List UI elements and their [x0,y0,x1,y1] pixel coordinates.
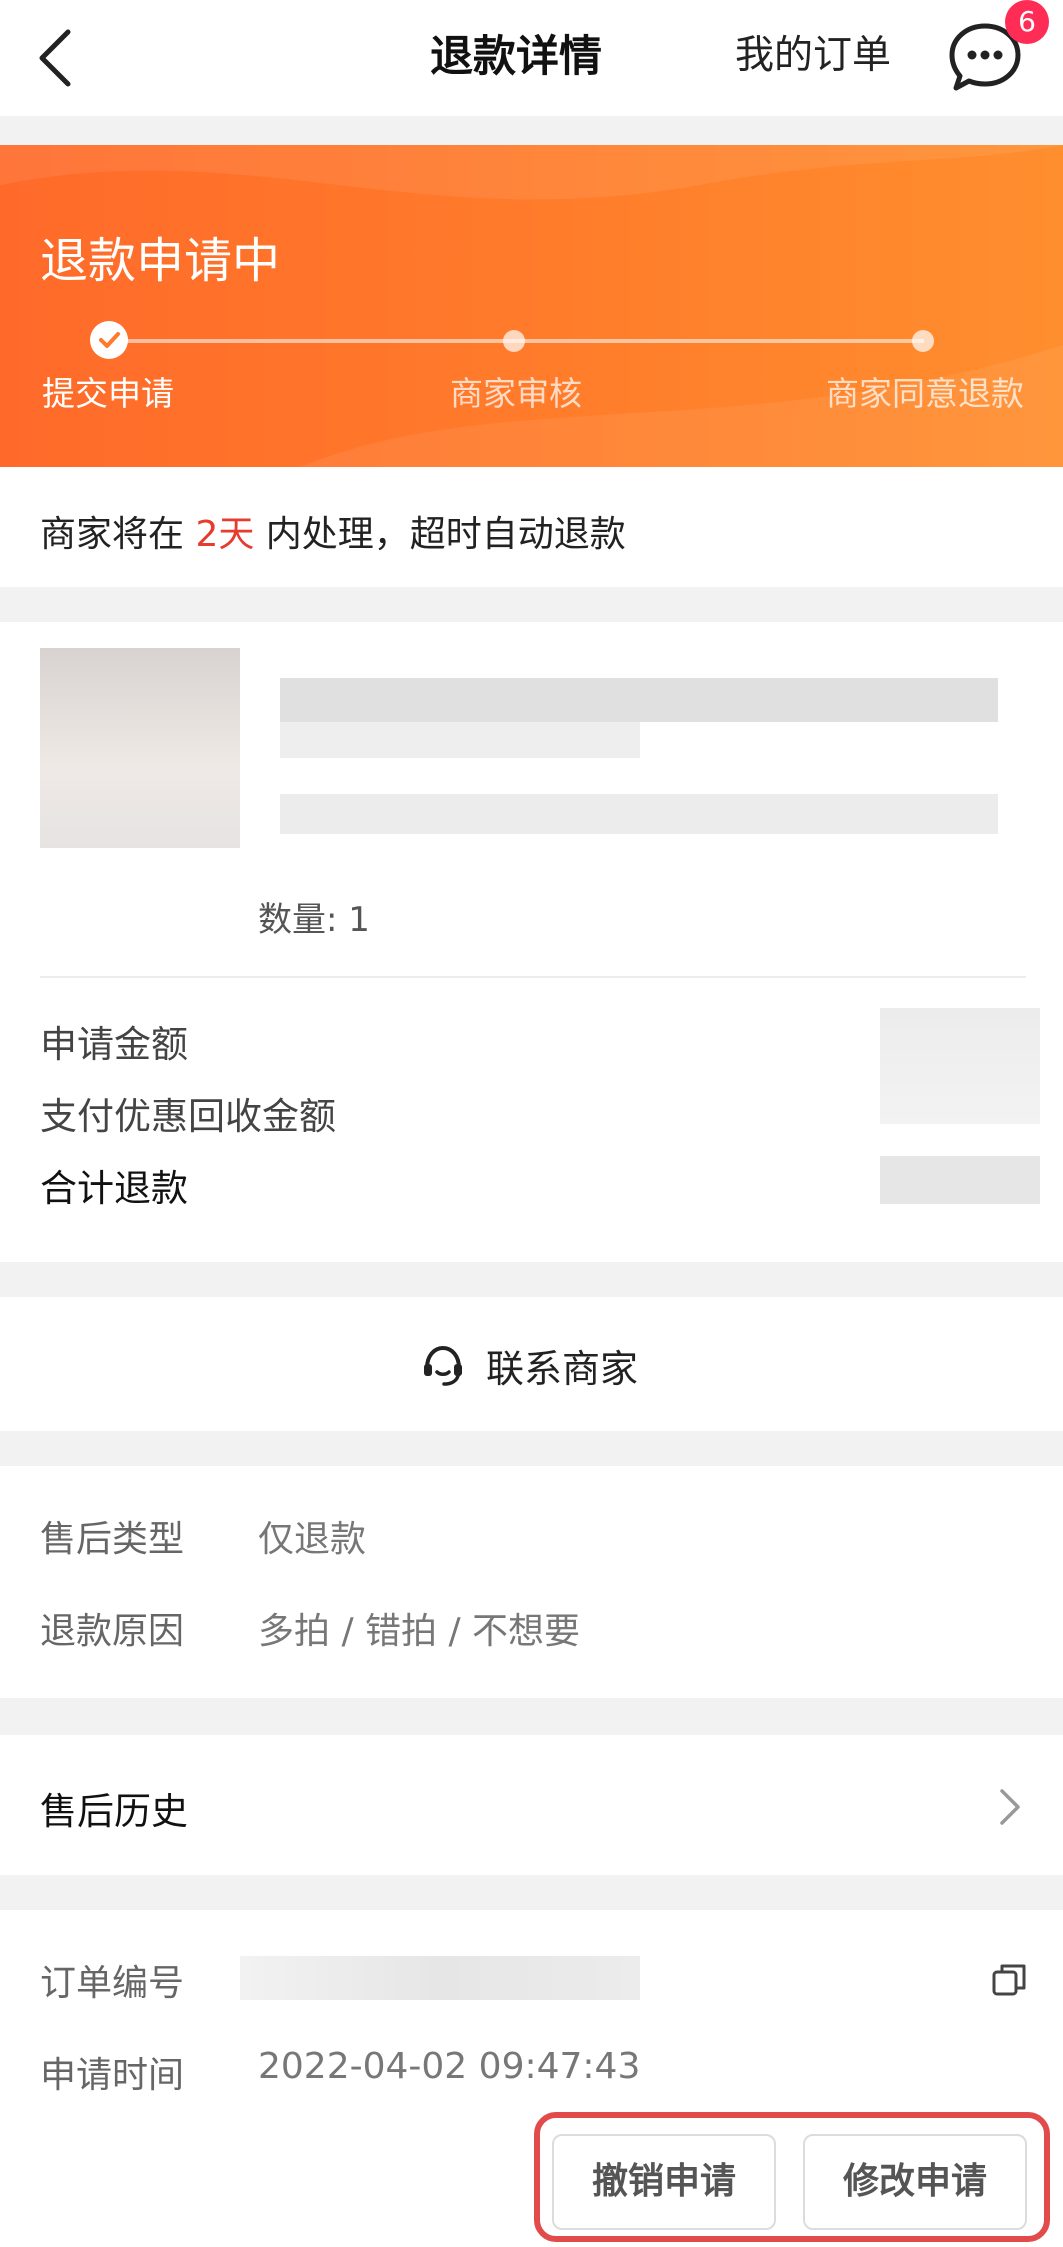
page-title: 退款详情 [430,32,602,82]
step-label-submit: 提交申请 [42,374,174,413]
copy-icon[interactable] [990,1960,1030,2000]
product-spec-line [280,794,998,834]
after-sale-info: 售后类型 仅退款 退款原因 多拍 / 错拍 / 不想要 [0,1466,1063,1698]
after-sale-type-key: 售后类型 [40,1519,185,1560]
step-label-agree: 商家同意退款 [826,374,1024,413]
step-pending-dot [912,330,934,352]
my-orders-link[interactable]: 我的订单 [735,24,891,80]
discount-recovery-label: 支付优惠回收金额 [40,1095,336,1138]
apply-amount-label: 申请金额 [40,1023,188,1066]
notice-text: 商家将在 2天 内处理，超时自动退款 [40,505,626,557]
headset-icon [424,1345,462,1386]
apply-time-key: 申请时间 [40,2055,185,2096]
notice-suffix: 内处理，超时自动退款 [254,514,626,555]
after-sale-type-value: 仅退款 [258,1519,367,1560]
after-sale-history-label: 售后历史 [40,1790,188,1833]
product-title-line [280,678,998,722]
amount-values-blurred [880,1008,1040,1124]
top-navigation-bar: 退款详情 我的订单 6 [0,0,1063,116]
total-value-blurred [880,1156,1040,1204]
modify-application-button[interactable]: 修改申请 [803,2134,1027,2230]
back-arrow-icon[interactable] [28,18,88,98]
product-title-line [280,722,640,758]
contact-merchant-label: 联系商家 [486,1346,639,1391]
contact-merchant-content: 联系商家 [420,1337,638,1393]
refund-reason-value: 多拍 / 错拍 / 不想要 [258,1611,581,1652]
bottom-action-bar: 撤销申请 修改申请 [0,2104,1063,2247]
refund-status-banner: 退款申请中 提交申请 商家审核 商家同意退款 [0,145,1063,467]
order-number-blurred [240,1956,640,2000]
total-refund-label: 合计退款 [40,1167,188,1210]
notice-days: 2天 [195,514,255,555]
refund-reason-key: 退款原因 [40,1611,185,1652]
product-card: 数量: 1 申请金额 支付优惠回收金额 合计退款 [0,622,1063,1262]
message-count-badge: 6 [1005,0,1049,44]
product-quantity: 数量: 1 [258,900,370,940]
banner-wave-decoration [0,145,1063,467]
after-sale-history-row[interactable]: 售后历史 [0,1735,1063,1875]
cancel-application-button[interactable]: 撤销申请 [552,2134,776,2230]
refund-status-title: 退款申请中 [40,233,281,289]
chevron-right-icon [1000,1789,1020,1825]
order-number-key: 订单编号 [40,1963,185,2004]
apply-time-value: 2022-04-02 09:47:43 [258,2046,641,2087]
step-done-check-icon [90,321,128,359]
contact-merchant-button[interactable]: 联系商家 [0,1297,1063,1431]
processing-notice: 商家将在 2天 内处理，超时自动退款 [0,467,1063,587]
step-pending-dot [503,330,525,352]
card-divider [40,976,1026,978]
product-thumbnail[interactable] [40,648,240,848]
notice-prefix: 商家将在 [40,514,196,555]
step-label-review: 商家审核 [450,374,582,413]
